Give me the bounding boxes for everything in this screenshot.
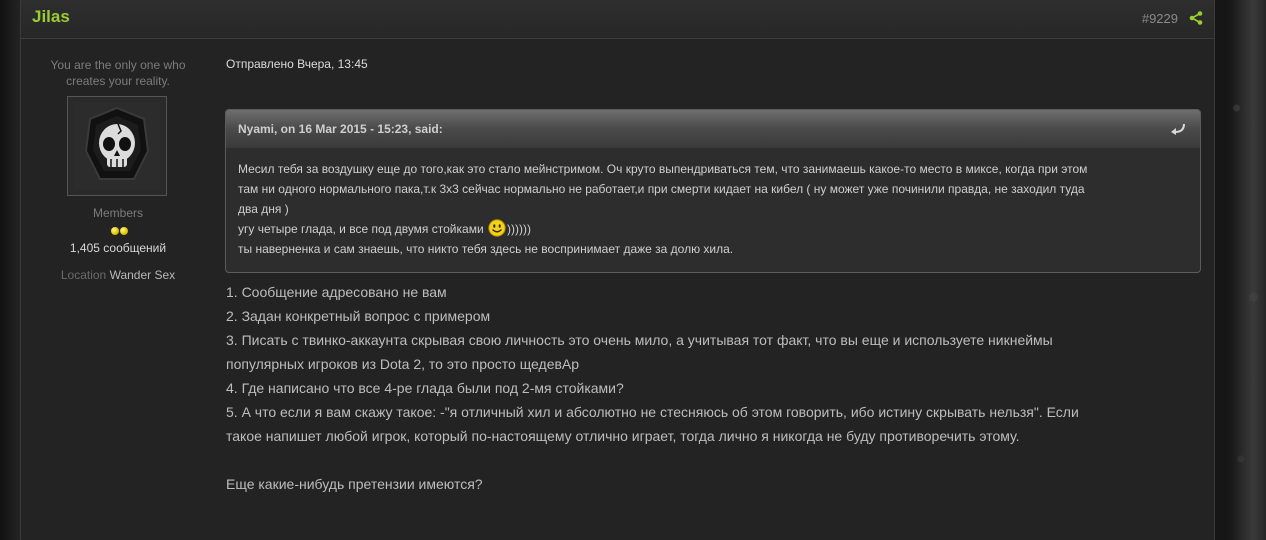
quote-line: там ни одного нормального пака,т.к 3х3 с… [238,182,1085,196]
forum-post: Jilas #9229 You are the only one who cre… [20,0,1215,540]
page-background-left [0,0,20,540]
post-line: 4. Где написано что все 4-ре глада были … [226,380,624,396]
quote-body: Месил тебя за воздушку еще до того,как э… [226,148,1200,259]
quote-citation: Nyami, on 16 Mar 2015 - 15:23, said: [238,122,443,136]
post-line: 1. Сообщение адресовано не вам [226,284,447,300]
post-line: Еще какие-нибудь претензии имеются? [226,476,483,492]
avatar[interactable] [67,96,167,196]
location-label: Location [60,268,107,282]
quote-block: Nyami, on 16 Mar 2015 - 15:23, said: Мес… [225,109,1201,273]
post-line: 3. Писать с твинко-аккаунта скрывая свою… [226,332,1053,348]
quote-header: Nyami, on 16 Mar 2015 - 15:23, said: [226,110,1200,148]
post-body: 1. Сообщение адресовано не вам 2. Задан … [226,280,1186,496]
author-location: Location Wander Sex [21,268,215,282]
rank-pip-icon [111,227,119,235]
post-line: 2. Задан конкретный вопрос с примером [226,308,491,324]
posts-count: 1,405 сообщений [69,241,167,255]
post-header: Jilas #9229 [21,0,1214,39]
quote-line: ты наверненка и сам знаешь, что никто те… [238,242,734,256]
author-title: You are the only one who creates your re… [50,58,186,88]
quote-line: два дня ) [238,202,289,216]
rank-pips [105,227,135,237]
rank-pip-icon [120,227,128,235]
quote-line-text: )))))) [507,222,531,236]
quote-line-text: угу четыре глада, и все под двумя стойка… [238,222,484,236]
post-line: популярных игроков из Dota 2, то это про… [226,356,580,372]
author-name-link[interactable]: Jilas [32,7,70,27]
post-line: такое напишет любой игрок, который по-на… [226,428,1020,444]
post-number-link[interactable]: #9229 [1142,11,1178,26]
skull-icon [74,103,160,189]
member-group: Members [92,206,143,220]
location-value: Wander Sex [109,268,176,282]
posted-date: Отправлено Вчера, 13:45 [226,57,368,71]
post-line: 5. А что если я вам скажу такое: -"я отл… [226,404,1079,420]
quote-line: угу четыре глада, и все под двумя стойка… [238,219,1188,239]
share-icon[interactable] [1189,11,1203,25]
arrow-return-icon[interactable] [1170,123,1186,135]
smiley-icon [488,219,506,237]
quote-line: Месил тебя за воздушку еще до того,как э… [238,162,1088,176]
page-background-right [1224,0,1266,540]
